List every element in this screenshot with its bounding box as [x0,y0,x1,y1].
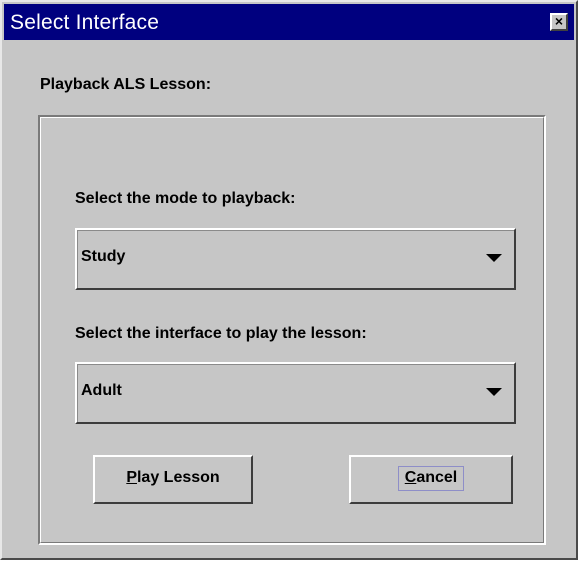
chevron-down-icon[interactable] [486,254,502,262]
mode-select-dropdown[interactable]: Study [75,228,516,290]
interface-select-value: Adult [81,382,122,399]
mode-select-label: Select the mode to playback: [75,190,296,207]
mode-select-bevel [77,230,514,288]
title-bar[interactable]: Select Interface × [4,4,574,40]
close-icon[interactable]: × [550,13,568,31]
interface-select-dropdown[interactable]: Adult [75,362,516,424]
mode-select-value: Study [81,248,126,265]
section-label: Playback ALS Lesson: [40,76,212,93]
cancel-mnemonic: C [404,469,417,486]
interface-select-bevel [77,364,514,422]
chevron-down-icon[interactable] [486,388,502,396]
play-lesson-label: lay Lesson [136,469,220,486]
select-interface-dialog: Select Interface × Playback ALS Lesson: … [0,0,578,560]
cancel-label: ancel [416,469,458,486]
window-title: Select Interface [10,11,160,34]
cancel-button[interactable]: Cancel [349,455,513,504]
play-lesson-button[interactable]: Play Lesson [93,455,253,504]
interface-select-label: Select the interface to play the lesson: [75,325,367,342]
play-lesson-mnemonic: P [126,469,137,486]
